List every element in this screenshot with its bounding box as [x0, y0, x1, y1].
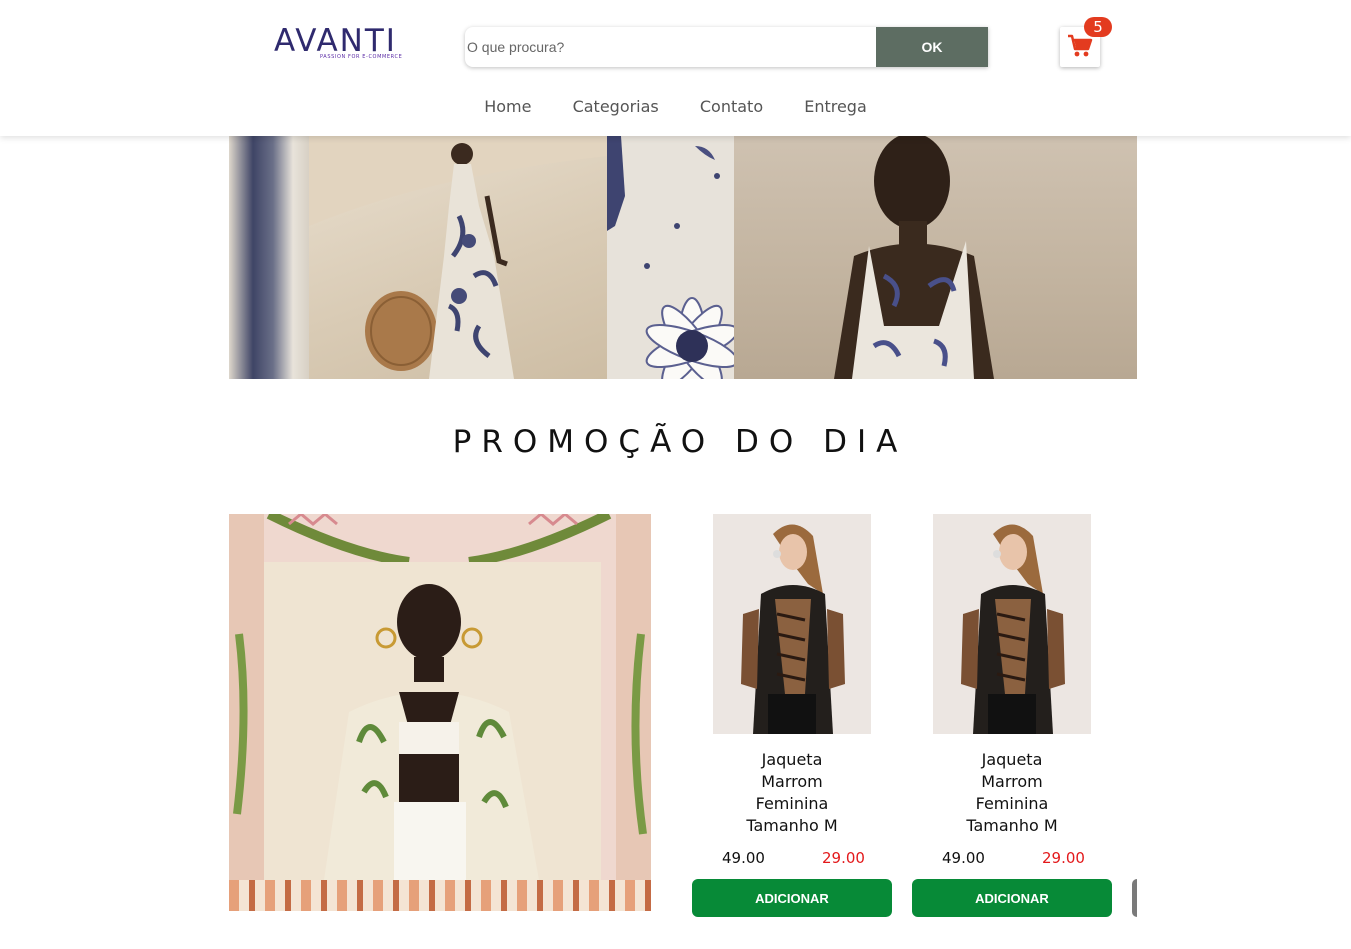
product-card: Jaqueta Marrom Feminina Tamanho M 49.00 …	[692, 514, 892, 924]
promo-image-border-pattern	[229, 880, 651, 911]
promo-feature-image[interactable]	[229, 514, 651, 911]
product-original-price: 49.00	[722, 849, 765, 867]
nav-item-home[interactable]: Home	[484, 94, 531, 120]
search-input[interactable]	[465, 27, 876, 67]
product-image[interactable]	[933, 514, 1091, 734]
add-to-cart-button[interactable]: ADICIONAR	[912, 879, 1112, 917]
banner-floral-print-panel	[607, 136, 739, 379]
site-header: AVANTI PASSION FOR E-COMMERCE OK 5 Home …	[0, 0, 1351, 136]
banner-model-walking-image	[309, 136, 607, 379]
promo-model-image	[264, 562, 601, 880]
hero-banner[interactable]	[229, 136, 1137, 379]
product-name: Jaqueta Marrom Feminina Tamanho M	[966, 750, 1058, 835]
product-image[interactable]	[713, 514, 871, 734]
product-name: Jaqueta Marrom Feminina Tamanho M	[746, 750, 838, 835]
banner-fabric-panel	[229, 136, 309, 379]
product-original-price: 49.00	[942, 849, 985, 867]
nav-item-entrega[interactable]: Entrega	[804, 94, 867, 120]
nav-item-categorias[interactable]: Categorias	[573, 94, 659, 120]
next-product-button-partial[interactable]	[1132, 879, 1137, 917]
logo-tagline: PASSION FOR E-COMMERCE	[320, 54, 403, 60]
product-card: Jaqueta Marrom Feminina Tamanho M 49.00 …	[912, 514, 1112, 924]
nav-item-contato[interactable]: Contato	[700, 94, 763, 120]
shopping-cart-icon	[1068, 34, 1093, 57]
search-bar: OK	[465, 27, 988, 67]
logo-wordmark: AVANTI	[274, 23, 397, 59]
banner-model-portrait-image	[734, 136, 1137, 379]
search-submit-button[interactable]: OK	[876, 27, 988, 67]
main-nav: Home Categorias Contato Entrega	[0, 94, 1351, 120]
add-to-cart-button[interactable]: ADICIONAR	[692, 879, 892, 917]
promo-section-title: PROMOÇÃO DO DIA	[452, 424, 908, 460]
cart-count-badge: 5	[1084, 17, 1112, 37]
product-sale-price: 29.00	[822, 849, 865, 867]
product-sale-price: 29.00	[1042, 849, 1085, 867]
logo[interactable]: AVANTI PASSION FOR E-COMMERCE	[274, 24, 414, 66]
